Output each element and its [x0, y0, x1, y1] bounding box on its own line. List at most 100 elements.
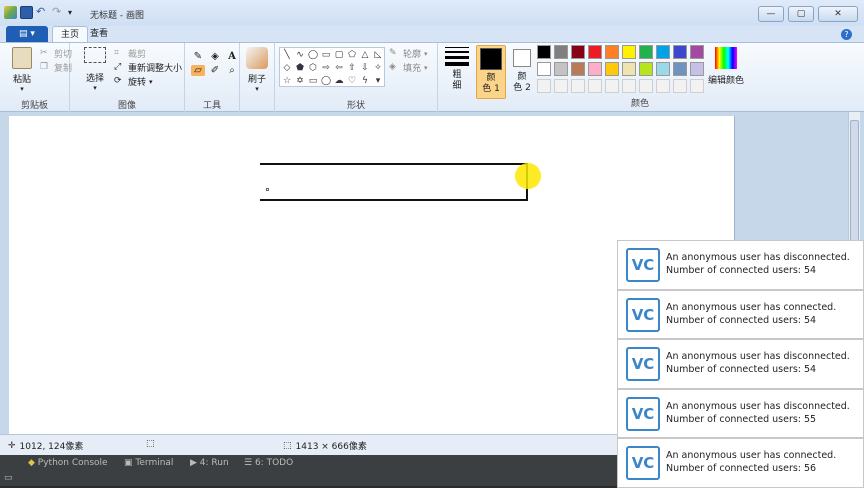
callout-oval-shape-icon[interactable]: ◯ — [320, 75, 332, 87]
diamond-shape-icon[interactable]: ◇ — [281, 62, 293, 74]
redo-icon[interactable]: ↷ — [52, 6, 65, 19]
text-icon[interactable]: A — [225, 51, 239, 62]
palette-empty-swatch[interactable] — [571, 79, 585, 93]
callout-rect-shape-icon[interactable]: ▭ — [307, 75, 319, 87]
palette-swatch[interactable] — [605, 45, 619, 59]
outline-button[interactable]: ✎ 轮廓 ▾ — [389, 47, 428, 60]
minimize-button[interactable]: — — [758, 6, 784, 22]
brushes-button[interactable]: 刷子 ▾ — [244, 47, 270, 93]
palette-swatch[interactable] — [622, 62, 636, 76]
tab-view[interactable]: 查看 — [82, 26, 116, 42]
ide-status-icon[interactable]: ▭ — [4, 473, 13, 483]
palette-swatch[interactable] — [690, 62, 704, 76]
resize-button[interactable]: ⤢ 重新调整大小 — [114, 61, 182, 74]
shapes-gallery[interactable]: ╲ ∿ ◯ ▭ ▢ ⬠ △ ◺ ◇ ⬟ ⬡ ⇨ ⇦ ⇧ ⇩ ✧ ☆ ✡ ▭ ◯ ☁ ♡ ϟ ▾ — [279, 47, 385, 87]
palette-swatch[interactable] — [537, 45, 551, 59]
curve-shape-icon[interactable]: ∿ — [294, 49, 306, 61]
triangle-shape-icon[interactable]: △ — [359, 49, 371, 61]
palette-swatch[interactable] — [605, 62, 619, 76]
fill-button[interactable]: ◈ 填充 ▾ — [389, 61, 428, 74]
arrow-down-shape-icon[interactable]: ⇩ — [359, 62, 371, 74]
palette-swatch[interactable] — [571, 62, 585, 76]
palette-swatch[interactable] — [554, 45, 568, 59]
magnifier-icon[interactable]: ⌕ — [225, 65, 239, 76]
palette-empty-swatch[interactable] — [673, 79, 687, 93]
palette-swatch[interactable] — [588, 45, 602, 59]
arrow-right-shape-icon[interactable]: ⇨ — [320, 62, 332, 74]
vnc-logo-icon: VC — [626, 297, 660, 332]
fill-icon[interactable]: ◈ — [208, 51, 222, 62]
size-button[interactable]: 粗 细 — [442, 47, 472, 92]
rotate-button[interactable]: ⟳ 旋转 ▾ — [114, 75, 153, 88]
notification-toast[interactable]: VC An anonymous user has disconnected. Num… — [617, 388, 864, 438]
undo-icon[interactable]: ↶ — [36, 6, 49, 19]
eraser-icon[interactable]: ▱ — [191, 65, 205, 76]
ide-tab-terminal[interactable]: ▣ Terminal — [124, 458, 173, 468]
star4-shape-icon[interactable]: ✧ — [372, 62, 384, 74]
pencil-icon[interactable]: ✎ — [191, 51, 205, 62]
rounded-rect-shape-icon[interactable]: ▢ — [333, 49, 345, 61]
heart-shape-icon[interactable]: ♡ — [346, 75, 358, 87]
hexagon-shape-icon[interactable]: ⬡ — [307, 62, 319, 74]
scrollbar-thumb[interactable] — [850, 120, 859, 260]
polygon-shape-icon[interactable]: ⬠ — [346, 49, 358, 61]
customize-qat-icon[interactable]: ▾ — [68, 8, 72, 17]
right-triangle-shape-icon[interactable]: ◺ — [372, 49, 384, 61]
select-button[interactable]: 选择 ▾ — [80, 47, 110, 92]
star5-shape-icon[interactable]: ☆ — [281, 75, 293, 87]
palette-swatch[interactable] — [537, 62, 551, 76]
palette-empty-swatch[interactable] — [690, 79, 704, 93]
help-icon[interactable]: ? — [841, 29, 852, 40]
palette-empty-swatch[interactable] — [537, 79, 551, 93]
lightning-shape-icon[interactable]: ϟ — [359, 75, 371, 87]
palette-empty-swatch[interactable] — [639, 79, 653, 93]
palette-swatch[interactable] — [673, 45, 687, 59]
palette-swatch[interactable] — [622, 45, 636, 59]
color-picker-icon[interactable]: ✐ — [208, 65, 222, 76]
line-shape-icon[interactable]: ╲ — [281, 49, 293, 61]
callout-cloud-shape-icon[interactable]: ☁ — [333, 75, 345, 87]
save-icon[interactable] — [20, 6, 33, 19]
palette-empty-swatch[interactable] — [554, 79, 568, 93]
notification-toast[interactable]: VC An anonymous user has disconnected. Num… — [617, 240, 864, 290]
palette-swatch[interactable] — [639, 45, 653, 59]
notification-toast[interactable]: VC An anonymous user has disconnected. Num… — [617, 339, 864, 389]
palette-swatch[interactable] — [554, 62, 568, 76]
palette-swatch[interactable] — [656, 45, 670, 59]
copy-button[interactable]: ❐ 复制 — [40, 61, 72, 74]
notification-toast[interactable]: VC An anonymous user has connected. Number… — [617, 289, 864, 339]
palette-empty-swatch[interactable] — [622, 79, 636, 93]
rectangle-shape-icon[interactable]: ▭ — [320, 49, 332, 61]
arrow-up-shape-icon[interactable]: ⇧ — [346, 62, 358, 74]
edit-colors-button[interactable]: 编辑颜色 — [706, 47, 746, 86]
paint-app-icon[interactable] — [4, 6, 17, 19]
star6-shape-icon[interactable]: ✡ — [294, 75, 306, 87]
palette-empty-swatch[interactable] — [656, 79, 670, 93]
paste-button[interactable]: 粘贴 ▾ — [8, 47, 36, 93]
file-menu-button[interactable]: ▤ ▾ — [6, 26, 48, 42]
notification-toast[interactable]: VC An anonymous user has connected. Number… — [617, 438, 864, 488]
crop-button[interactable]: ⌗ 裁剪 — [114, 47, 146, 60]
palette-swatch[interactable] — [571, 45, 585, 59]
maximize-button[interactable]: ▢ — [788, 6, 814, 22]
arrow-left-shape-icon[interactable]: ⇦ — [333, 62, 345, 74]
palette-swatch[interactable] — [639, 62, 653, 76]
palette-swatch[interactable] — [690, 45, 704, 59]
resize-handle[interactable] — [266, 188, 269, 191]
ide-tab-python-console[interactable]: ◆ Python Console — [28, 458, 108, 468]
ide-tab-run[interactable]: ▶ 4: Run — [190, 458, 229, 468]
ide-tab-todo[interactable]: ☰ 6: TODO — [244, 458, 293, 468]
cut-button[interactable]: ✂ 剪切 — [40, 47, 72, 60]
palette-empty-swatch[interactable] — [605, 79, 619, 93]
close-button[interactable]: ✕ — [818, 6, 858, 22]
palette-empty-swatch[interactable] — [588, 79, 602, 93]
more-shapes-icon[interactable]: ▾ — [372, 75, 384, 87]
drawn-rectangle[interactable] — [260, 163, 528, 201]
pentagon-shape-icon[interactable]: ⬟ — [294, 62, 306, 74]
oval-shape-icon[interactable]: ◯ — [307, 49, 319, 61]
palette-swatch[interactable] — [656, 62, 670, 76]
palette-swatch[interactable] — [588, 62, 602, 76]
color2-button[interactable]: 颜 色 2 — [508, 45, 536, 94]
palette-swatch[interactable] — [673, 62, 687, 76]
color1-button[interactable]: 颜 色 1 — [476, 45, 506, 99]
